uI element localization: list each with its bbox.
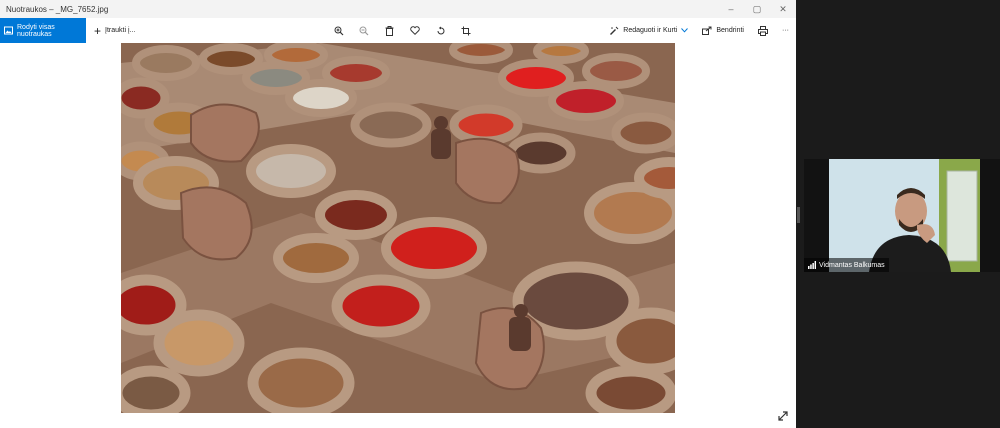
participant-image: [829, 159, 980, 272]
rotate-button[interactable]: [428, 18, 454, 43]
view-all-label: Rodyti visas nuotraukas: [17, 23, 55, 38]
more-icon: ···: [782, 27, 789, 34]
crop-button[interactable]: [454, 18, 480, 43]
edit-create-button[interactable]: Redaguoti ir Kurti: [602, 26, 695, 35]
title-bar: Nuotraukos – _MG_7652.jpg – ▢ ✕: [0, 0, 796, 18]
print-icon: [758, 25, 768, 36]
zoom-in-button[interactable]: [326, 18, 352, 43]
add-to-button[interactable]: + Įtraukti į...: [94, 25, 135, 37]
view-all-photos-button[interactable]: Rodyti visas nuotraukas: [0, 18, 86, 43]
plus-icon: +: [94, 23, 102, 38]
delete-button[interactable]: [377, 18, 403, 43]
crop-icon: [461, 26, 471, 35]
rotate-icon: [437, 26, 445, 34]
photos-icon: [4, 26, 13, 35]
chevron-down-icon: [681, 28, 689, 33]
more-button[interactable]: ···: [775, 27, 796, 34]
participant-name-bar: Vidmantas Balkumas: [804, 258, 889, 272]
photo-image: [121, 43, 675, 413]
favorite-button[interactable]: [403, 18, 429, 43]
delete-icon: [385, 25, 394, 36]
photos-app-window: Nuotraukos – _MG_7652.jpg – ▢ ✕ Rodyti v…: [0, 0, 796, 428]
close-button[interactable]: ✕: [770, 0, 796, 18]
zoom-out-icon: [359, 26, 369, 35]
toolbar: Rodyti visas nuotraukas + Įtraukti į...: [0, 18, 796, 43]
right-toolbar: Redaguoti ir Kurti Bendrinti ···: [602, 18, 796, 43]
image-tools: [326, 18, 479, 43]
share-button[interactable]: Bendrinti: [695, 26, 751, 35]
print-button[interactable]: [751, 25, 775, 36]
zoom-out-button[interactable]: [352, 18, 378, 43]
maximize-button[interactable]: ▢: [744, 0, 770, 18]
share-label: Bendrinti: [716, 27, 744, 34]
edit-create-label: Redaguoti ir Kurti: [623, 27, 678, 34]
edit-icon: [610, 26, 619, 35]
minimize-button[interactable]: –: [718, 0, 744, 18]
add-to-label: Įtraukti į...: [105, 27, 136, 34]
share-icon: [702, 26, 712, 35]
panel-resize-handle[interactable]: [797, 207, 800, 223]
participant-video: [829, 159, 980, 272]
fullscreen-icon[interactable]: [776, 409, 790, 423]
heart-icon: [410, 26, 420, 35]
photo-viewer: [0, 43, 796, 428]
signal-icon: [808, 261, 816, 269]
participant-name: Vidmantas Balkumas: [819, 261, 885, 269]
video-call-tile: Vidmantas Balkumas: [804, 159, 1000, 272]
window-title: Nuotraukos – _MG_7652.jpg: [6, 4, 109, 14]
zoom-in-icon: [334, 26, 344, 35]
tannery-photo[interactable]: [121, 43, 675, 413]
